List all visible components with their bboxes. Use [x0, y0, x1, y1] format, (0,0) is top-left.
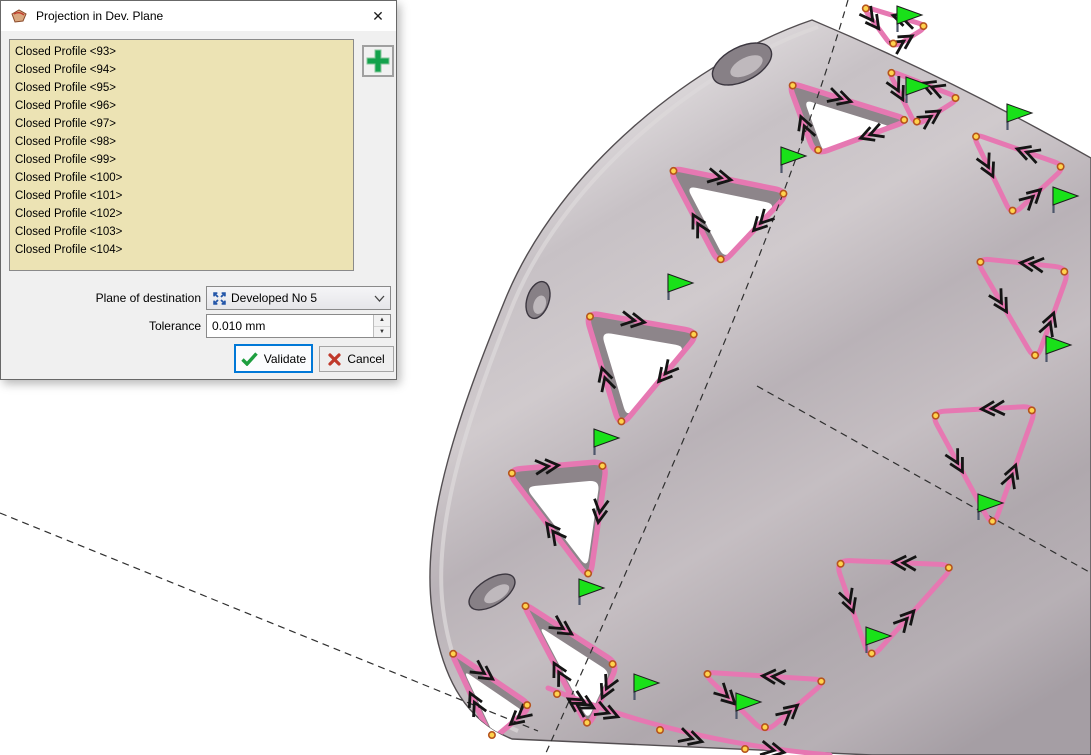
vertex-dot [932, 412, 938, 418]
vertex-dot [818, 678, 824, 684]
vertex-dot [585, 570, 591, 576]
spinner-down-icon[interactable]: ▼ [374, 327, 390, 338]
close-icon[interactable]: ✕ [360, 1, 396, 31]
list-item[interactable]: Closed Profile <95> [10, 79, 353, 97]
spinner-up-icon[interactable]: ▲ [374, 315, 390, 327]
vertex-dot [901, 117, 907, 123]
vertex-dot [522, 603, 528, 609]
list-item[interactable]: Closed Profile <96> [10, 97, 353, 115]
vertex-dot [920, 23, 926, 29]
vertex-dot [554, 691, 560, 697]
vertex-dot [863, 5, 869, 11]
vertex-dot [914, 118, 920, 124]
tolerance-input[interactable]: 0.010 mm ▲ ▼ [206, 314, 391, 338]
vertex-dot [989, 518, 995, 524]
plus-icon [365, 48, 391, 74]
vertex-dot [973, 133, 979, 139]
vertex-dot [1057, 163, 1063, 169]
vertex-dot [742, 746, 748, 752]
vertex-dot [691, 331, 697, 337]
vertex-dot [888, 70, 894, 76]
vertex-dot [780, 190, 786, 196]
vertex-dot [837, 561, 843, 567]
tolerance-spinner: ▲ ▼ [373, 315, 390, 337]
chevron-down-icon [374, 295, 385, 302]
vertex-dot [609, 661, 615, 667]
list-item[interactable]: Closed Profile <99> [10, 151, 353, 169]
dialog-titlebar[interactable]: Projection in Dev. Plane ✕ [1, 1, 396, 31]
list-item[interactable]: Closed Profile <93> [10, 43, 353, 61]
plane-destination-select[interactable]: Developed No 5 [206, 286, 391, 310]
vertex-dot [618, 418, 624, 424]
profiles-listbox[interactable]: Closed Profile <93>Closed Profile <94>Cl… [9, 39, 354, 271]
vertex-dot [890, 40, 896, 46]
vertex-dot [670, 168, 676, 174]
vertex-dot [1061, 268, 1067, 274]
vertex-dot [789, 82, 795, 88]
check-icon [241, 352, 258, 366]
projection-dialog: Projection in Dev. Plane ✕ Closed Profil… [0, 0, 397, 380]
plane-destination-value: Developed No 5 [231, 291, 370, 305]
vertex-dot [952, 95, 958, 101]
list-item[interactable]: Closed Profile <98> [10, 133, 353, 151]
dialog-icon [10, 8, 28, 24]
list-item[interactable]: Closed Profile <94> [10, 61, 353, 79]
list-item[interactable]: Closed Profile <100> [10, 169, 353, 187]
plane-of-destination-label: Plane of destination [6, 291, 201, 305]
vertex-dot [868, 650, 874, 656]
validate-label: Validate [264, 352, 306, 366]
vertex-dot [584, 719, 590, 725]
list-item[interactable]: Closed Profile <97> [10, 115, 353, 133]
vertex-dot [1032, 352, 1038, 358]
vertex-dot [717, 256, 723, 262]
list-item[interactable]: Closed Profile <104> [10, 241, 353, 259]
vertex-dot [815, 147, 821, 153]
developed-plane-icon [212, 291, 227, 306]
vertex-dot [1009, 207, 1015, 213]
vertex-dot [704, 671, 710, 677]
tolerance-value: 0.010 mm [207, 315, 373, 337]
start-flag-icon [897, 6, 922, 32]
cancel-button[interactable]: Cancel [319, 346, 394, 372]
vertex-dot [599, 463, 605, 469]
vertex-dot [946, 565, 952, 571]
list-item[interactable]: Closed Profile <101> [10, 187, 353, 205]
vertex-dot [489, 732, 495, 738]
vertex-dot [524, 702, 530, 708]
cancel-label: Cancel [347, 352, 384, 366]
vertex-dot [587, 313, 593, 319]
vertex-dot [762, 724, 768, 730]
vertex-dot [450, 651, 456, 657]
vertex-dot [657, 727, 663, 733]
tolerance-label: Tolerance [6, 319, 201, 333]
application-window: Projection in Dev. Plane ✕ Closed Profil… [0, 0, 1091, 755]
list-item[interactable]: Closed Profile <103> [10, 223, 353, 241]
add-profile-button[interactable] [362, 45, 394, 77]
vertex-dot [1029, 407, 1035, 413]
dialog-title: Projection in Dev. Plane [36, 9, 163, 23]
vertex-dot [509, 470, 515, 476]
list-item[interactable]: Closed Profile <102> [10, 205, 353, 223]
x-icon [328, 353, 341, 366]
validate-button[interactable]: Validate [234, 344, 313, 373]
vertex-dot [977, 259, 983, 265]
